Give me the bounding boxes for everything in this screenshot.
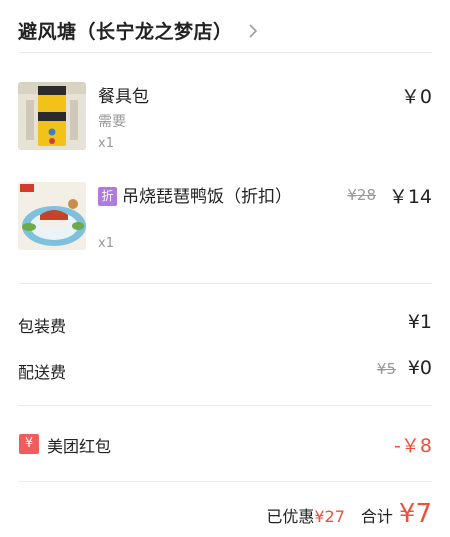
delivery-fee-label: 配送费 (18, 363, 67, 382)
item-name-row: 折吊烧琵琶鸭饭（折扣） (98, 182, 292, 207)
item-original-price: ¥28 (347, 186, 376, 204)
chevron-right-icon (247, 23, 259, 38)
item-quantity: x1 (98, 136, 114, 151)
total-amount: ¥7 (398, 499, 432, 529)
red-packet-icon: ¥ (19, 434, 39, 454)
item-name: 餐具包 (98, 87, 149, 107)
coupon-label: 美团红包 (47, 437, 112, 456)
coupon-value: -￥8 (394, 435, 432, 457)
divider (18, 405, 432, 406)
discount-amount: ¥27 (314, 507, 345, 526)
cart-item-utensil-pack[interactable]: 餐具包 需要 x1 ￥0 (18, 82, 432, 156)
delivery-fee-row: 配送费 ¥5 ¥0 (18, 357, 432, 383)
store-name: 避风塘（长宁龙之梦店） (18, 20, 233, 43)
item-price: ￥14 (388, 186, 432, 208)
delivery-fee-value: ¥0 (407, 357, 432, 379)
utensil-pack-thumbnail (18, 82, 86, 150)
item-spec: 需要 (98, 114, 126, 130)
item-quantity: x1 (98, 236, 114, 251)
coupon-row[interactable]: ¥ 美团红包 -￥8 (18, 432, 432, 458)
total-label: 合计 (360, 507, 393, 526)
discount-tag: 折 (98, 187, 117, 206)
delivery-fee-original: ¥5 (376, 360, 396, 378)
item-price: ￥0 (400, 86, 432, 108)
divider (18, 283, 432, 284)
store-header[interactable]: 避风塘（长宁龙之梦店） (18, 8, 432, 52)
duck-rice-thumbnail (18, 182, 86, 250)
packaging-fee-row: 包装费 ¥1 (18, 311, 432, 337)
discount-label: 已优惠 (266, 507, 315, 526)
divider (18, 52, 432, 53)
order-summary: 已优惠 ¥27 合计 ¥7 (266, 499, 432, 535)
item-name: 吊烧琵琶鸭饭（折扣） (122, 187, 292, 207)
packaging-fee-value: ¥1 (407, 311, 432, 333)
packaging-fee-label: 包装费 (18, 317, 67, 336)
cart-item-duck-rice[interactable]: 折吊烧琵琶鸭饭（折扣） x1 ¥28 ￥14 (18, 182, 432, 254)
divider (18, 481, 432, 482)
